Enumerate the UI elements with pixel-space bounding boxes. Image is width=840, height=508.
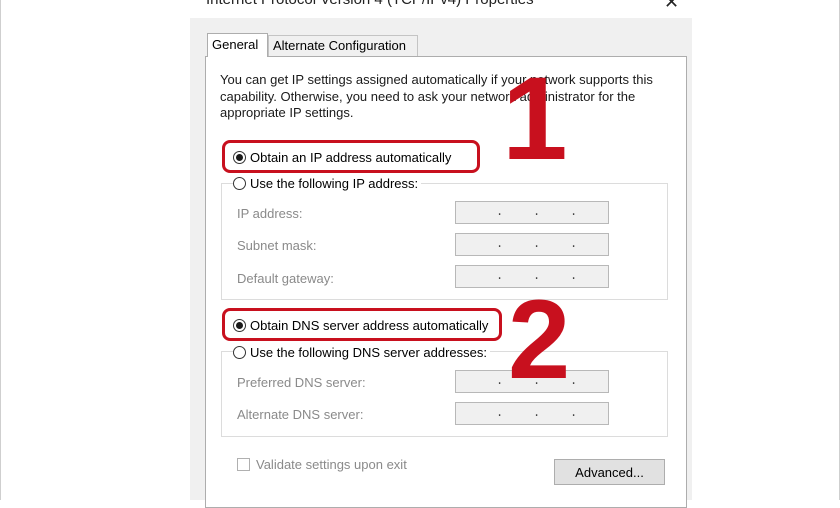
tab-alternate-configuration[interactable]: Alternate Configuration xyxy=(268,35,418,56)
use-following-dns-radio[interactable]: Use the following DNS server addresses: xyxy=(233,345,490,360)
intro-text: You can get IP settings assigned automat… xyxy=(220,72,653,120)
use-following-dns-label: Use the following DNS server addresses: xyxy=(250,345,487,360)
validate-settings-label: Validate settings upon exit xyxy=(256,457,407,472)
frame-left-line xyxy=(0,0,1,500)
highlight-box-ip-auto xyxy=(222,140,480,173)
preferred-dns-label: Preferred DNS server: xyxy=(237,375,366,390)
use-following-ip-radio[interactable]: Use the following IP address: xyxy=(233,176,422,191)
alternate-dns-label: Alternate DNS server: xyxy=(237,407,364,422)
step-marker-1: 1 xyxy=(502,53,568,185)
subnet-mask-input[interactable]: ... xyxy=(455,233,609,256)
advanced-button[interactable]: Advanced... xyxy=(554,459,665,485)
window-title: Internet Protocol Version 4 (TCP/IPv4) P… xyxy=(206,0,534,8)
ip-address-input[interactable]: ... xyxy=(455,201,609,224)
use-following-ip-label: Use the following IP address: xyxy=(250,176,419,191)
ip-address-label: IP address: xyxy=(237,206,303,221)
close-icon[interactable]: ✕ xyxy=(664,0,679,13)
default-gateway-label: Default gateway: xyxy=(237,271,334,286)
tab-general[interactable]: General xyxy=(207,33,268,57)
checkbox-unchecked-icon xyxy=(237,458,250,471)
title-bar: Internet Protocol Version 4 (TCP/IPv4) P… xyxy=(190,0,692,18)
subnet-mask-label: Subnet mask: xyxy=(237,238,317,253)
step-marker-2: 2 xyxy=(508,277,571,402)
alternate-dns-input[interactable]: ... xyxy=(455,402,609,425)
highlight-box-dns-auto xyxy=(222,308,502,341)
radio-unselected-icon xyxy=(233,346,246,359)
radio-unselected-icon xyxy=(233,177,246,190)
validate-settings-checkbox[interactable]: Validate settings upon exit xyxy=(237,457,407,472)
ipv4-properties-dialog: Internet Protocol Version 4 (TCP/IPv4) P… xyxy=(190,0,692,508)
